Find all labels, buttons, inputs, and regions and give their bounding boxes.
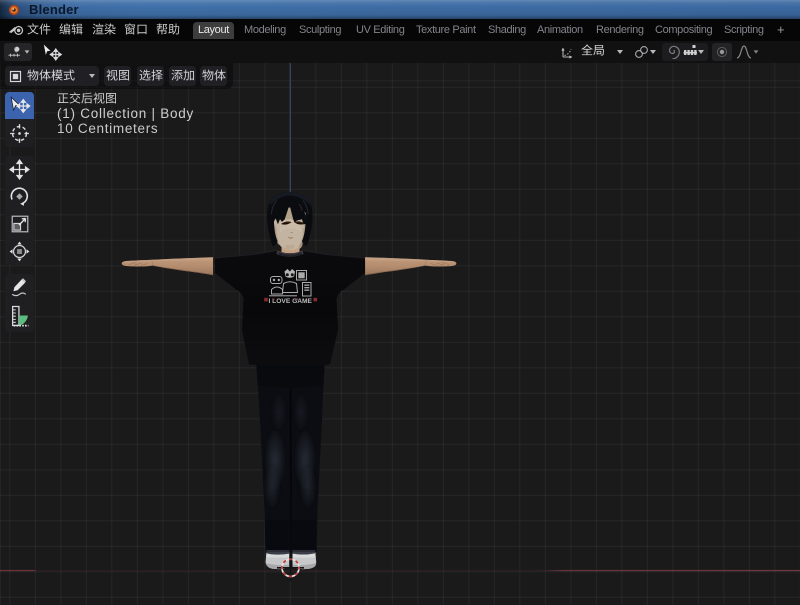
svg-text:I LOVE GAME: I LOVE GAME (269, 298, 313, 305)
